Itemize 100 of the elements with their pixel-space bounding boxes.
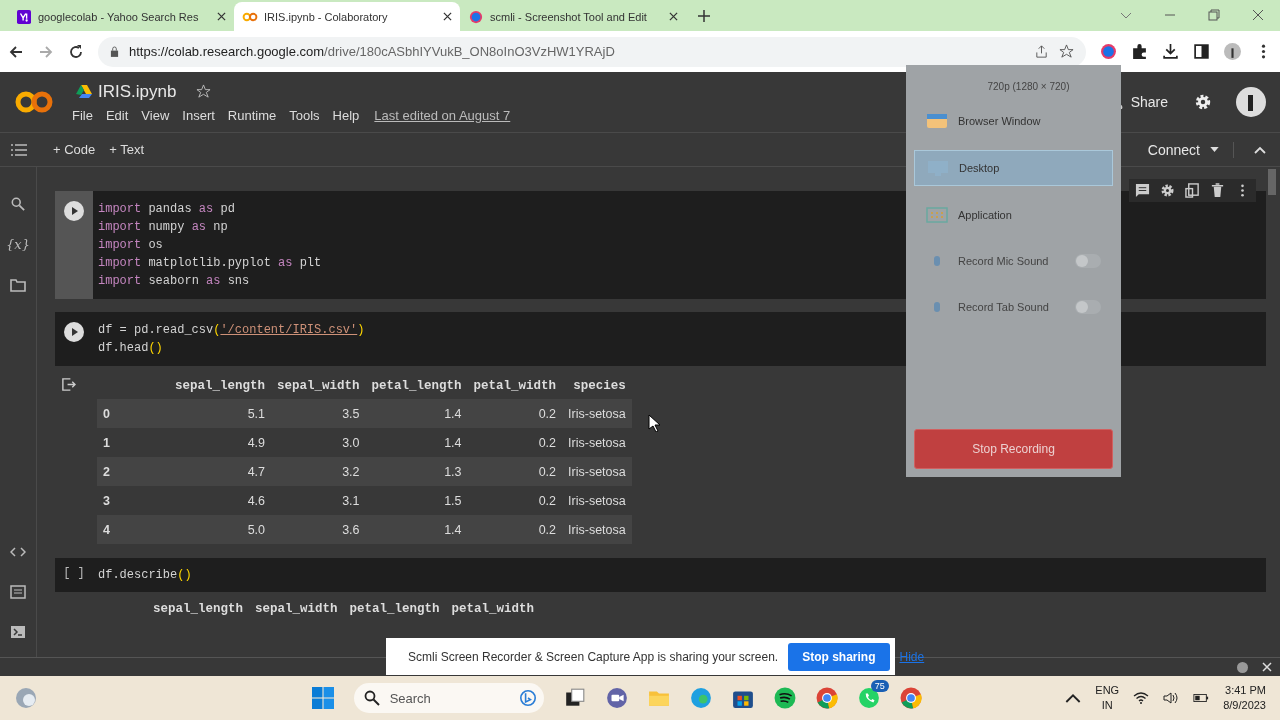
table-cell: 3.0 — [271, 428, 366, 457]
comment-icon[interactable] — [1135, 183, 1150, 198]
run-button[interactable] — [64, 201, 84, 221]
volume-icon[interactable] — [1163, 692, 1180, 704]
new-tab-icon[interactable] — [698, 10, 710, 22]
avatar-icon[interactable] — [1224, 43, 1241, 60]
column-header: species — [562, 375, 632, 399]
capture-option[interactable]: Browser Window — [914, 104, 1113, 138]
colab-logo[interactable] — [14, 89, 54, 115]
star-icon[interactable] — [1059, 44, 1074, 59]
table-cell: Iris-setosa — [562, 399, 632, 428]
status-dot-icon — [1237, 661, 1248, 673]
table-cell: 3.2 — [271, 457, 366, 486]
close-icon[interactable] — [1252, 9, 1264, 21]
download-icon[interactable] — [1162, 43, 1179, 60]
connect-button[interactable]: Connect — [1147, 141, 1234, 158]
output-icon[interactable] — [61, 377, 76, 392]
share-icon[interactable] — [1034, 44, 1049, 59]
menu-item[interactable]: Edit — [105, 107, 129, 123]
add-cell-button[interactable]: + Text — [109, 142, 145, 157]
toggle-switch[interactable] — [1075, 300, 1101, 314]
delete-icon[interactable] — [1210, 183, 1225, 198]
column-header: sepal_width — [271, 375, 366, 399]
table-cell: Iris-setosa — [562, 515, 632, 544]
table-cell: 0.2 — [467, 515, 563, 544]
puzzle-icon[interactable] — [1131, 43, 1148, 60]
capture-option[interactable]: Application — [914, 198, 1113, 232]
side-panel-icon[interactable] — [1193, 43, 1210, 60]
row-index: 2 — [97, 457, 169, 486]
close-icon[interactable] — [217, 12, 226, 21]
avatar-icon[interactable] — [1236, 87, 1266, 117]
code-editor[interactable]: df.describe() — [93, 558, 192, 592]
menu-item[interactable]: Tools — [289, 107, 320, 123]
table-cell: 0.2 — [467, 486, 563, 515]
code-icon[interactable] — [10, 545, 26, 559]
menu-item[interactable]: Help — [332, 107, 360, 123]
menu-icon[interactable] — [11, 142, 27, 157]
code-editor[interactable]: import pandas as pd import numpy as np import os import matplotlib.pyplot as plt import seaborn as sns — [93, 191, 322, 299]
chevron-up-icon[interactable] — [1065, 692, 1082, 704]
menu-item[interactable]: Runtime — [227, 107, 277, 123]
variables-icon[interactable]: {x} — [6, 237, 30, 252]
sound-option-label: Record Tab Sound — [958, 301, 1049, 313]
language-indicator[interactable]: ENG IN — [1095, 683, 1120, 713]
reload-icon[interactable] — [68, 43, 84, 60]
close-icon[interactable] — [443, 12, 452, 21]
back-icon[interactable] — [8, 43, 24, 60]
close-icon[interactable] — [669, 12, 678, 21]
chat-icon[interactable] — [605, 687, 628, 709]
whatsapp-icon[interactable] — [857, 687, 880, 709]
address-bar[interactable]: https://colab.research.google.com/drive/180cASbhIYVukB_ON8oInO3VzHW1YRAjD — [98, 36, 1086, 67]
start-icon[interactable] — [311, 687, 334, 709]
toggle-switch[interactable] — [1075, 254, 1101, 268]
stop-recording-button[interactable]: Stop Recording — [914, 429, 1113, 469]
search-field[interactable]: Search — [353, 683, 544, 713]
chevron-up-icon[interactable] — [1254, 145, 1266, 154]
table-cell: 4.6 — [169, 486, 271, 515]
last-edited-link[interactable]: Last edited on August 7 — [374, 107, 511, 123]
caret-icon — [1210, 147, 1219, 152]
restore-icon[interactable] — [1208, 9, 1220, 21]
table-cell: 1.4 — [365, 399, 468, 428]
browser-tab[interactable]: IRIS.ipynb - Colaboratory — [234, 2, 460, 31]
task-view-icon[interactable] — [563, 687, 586, 709]
table-cell: 1.5 — [365, 486, 468, 515]
notebook-title[interactable]: IRIS.ipynb — [98, 81, 177, 102]
row-index: 0 — [97, 399, 169, 428]
table-cell: 3.6 — [271, 515, 366, 544]
browser-tab[interactable]: googlecolab - Yahoo Search Res — [8, 2, 234, 31]
table-cell: Iris-setosa — [562, 428, 632, 457]
chrome-icon[interactable] — [899, 687, 922, 709]
terminal-icon[interactable] — [10, 625, 26, 639]
spotify-icon[interactable] — [773, 687, 796, 709]
menu-item[interactable]: Insert — [182, 107, 215, 123]
battery-icon[interactable] — [1193, 692, 1210, 704]
clock[interactable]: 3:41 PM 8/9/2023 — [1223, 683, 1266, 713]
settings-icon[interactable] — [1160, 183, 1175, 198]
capture-option[interactable]: Desktop — [914, 150, 1113, 186]
column-header: sepal_length — [169, 375, 271, 399]
folder-icon[interactable] — [10, 278, 26, 292]
scrollbar[interactable] — [1268, 169, 1276, 195]
wifi-icon[interactable] — [1133, 692, 1150, 704]
snippets-icon[interactable] — [10, 585, 26, 599]
menu-item[interactable]: File — [72, 107, 93, 123]
column-header: petal_length — [349, 602, 440, 616]
table-cell: 1.3 — [365, 457, 468, 486]
mirror-cell-icon[interactable] — [1185, 183, 1200, 198]
chrome-icon[interactable] — [815, 687, 838, 709]
table-cell: 4.7 — [169, 457, 271, 486]
resolution-label[interactable]: 720p (1280 × 720) — [987, 81, 1070, 92]
browser-window-icon — [926, 113, 948, 129]
table-cell: 3.5 — [271, 399, 366, 428]
stop-sharing-button[interactable]: Stop sharing — [788, 642, 890, 671]
drive-icon — [76, 84, 92, 99]
extension-icon[interactable] — [1100, 43, 1117, 60]
star-icon[interactable] — [196, 84, 212, 99]
browser-tab[interactable]: scmli - Screenshot Tool and Edit — [460, 2, 686, 31]
search-icon[interactable] — [10, 197, 26, 211]
run-button[interactable] — [64, 322, 84, 342]
add-cell-button[interactable]: + Code — [53, 142, 96, 157]
column-header: petal_length — [365, 375, 468, 399]
menu-item[interactable]: View — [141, 107, 170, 123]
